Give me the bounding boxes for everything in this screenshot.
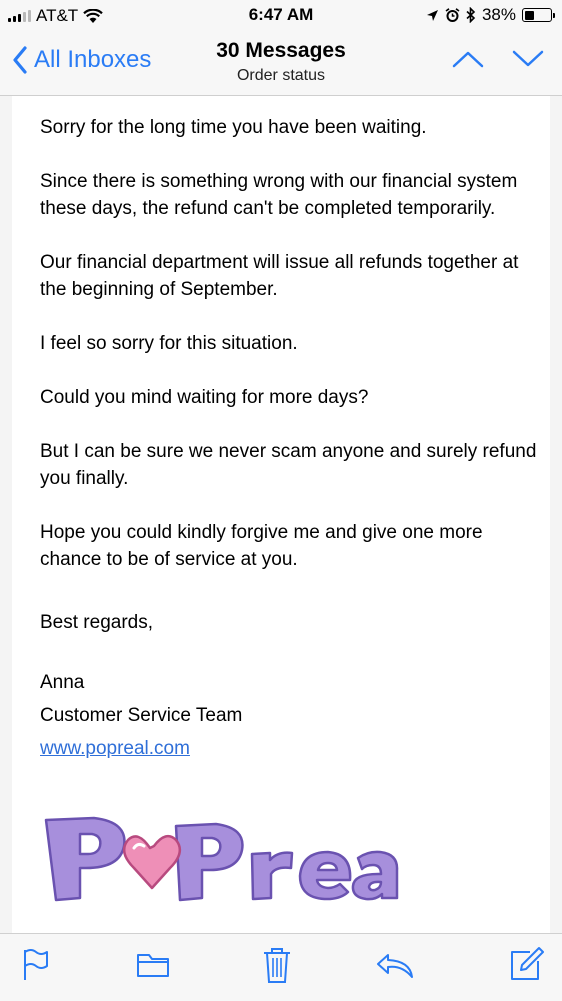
- flag-button[interactable]: [22, 948, 50, 987]
- bluetooth-icon: [466, 7, 476, 23]
- reply-icon: [377, 954, 413, 978]
- closing-line: Best regards,: [40, 612, 153, 633]
- trash-button[interactable]: [262, 946, 292, 989]
- location-icon: [426, 9, 438, 21]
- signature-name: Anna: [40, 672, 85, 693]
- chevron-down-icon: [512, 50, 544, 67]
- compose-icon: [511, 947, 544, 980]
- signature: Anna Customer Service Team www.popreal.c…: [40, 666, 540, 765]
- flag-icon: [24, 949, 48, 980]
- chevron-up-icon: [452, 51, 484, 68]
- compose-button[interactable]: [508, 946, 544, 987]
- bottom-toolbar: [0, 933, 562, 1001]
- website-link[interactable]: www.popreal.com: [40, 732, 540, 765]
- status-right: 38%: [426, 5, 555, 25]
- email-paragraph: Sorry for the long time you have been wa…: [40, 117, 427, 138]
- email-paragraph: Could you mind waiting for more days?: [40, 387, 369, 408]
- battery-fill: [524, 10, 534, 20]
- email-body: Sorry for the long time you have been wa…: [12, 96, 550, 933]
- reply-button[interactable]: [376, 951, 416, 984]
- email-text: Sorry for the long time you have been wa…: [40, 114, 540, 765]
- signature-team: Customer Service Team: [40, 705, 243, 726]
- message-nav-arrows: [452, 50, 544, 73]
- move-button[interactable]: [136, 952, 170, 983]
- trash-icon: [264, 948, 290, 983]
- next-message-button[interactable]: [512, 50, 544, 73]
- battery-percent: 38%: [481, 5, 516, 24]
- email-paragraph: Since there is something wrong with our …: [40, 171, 518, 219]
- email-paragraph: But I can be sure we never scam anyone a…: [40, 441, 537, 489]
- battery-icon: [522, 8, 555, 22]
- folder-icon: [137, 954, 169, 977]
- alarm-icon: [445, 7, 460, 22]
- popreal-logo: [44, 816, 399, 902]
- navigation-bar: All Inboxes 30 Messages Order status: [0, 32, 562, 96]
- email-paragraph: Hope you could kindly forgive me and giv…: [40, 522, 483, 570]
- previous-message-button[interactable]: [452, 50, 484, 73]
- email-paragraph: I feel so sorry for this situation.: [40, 333, 298, 354]
- status-bar: AT&T 6:47 AM 38%: [0, 0, 562, 32]
- email-paragraph: Our financial department will issue all …: [40, 252, 519, 300]
